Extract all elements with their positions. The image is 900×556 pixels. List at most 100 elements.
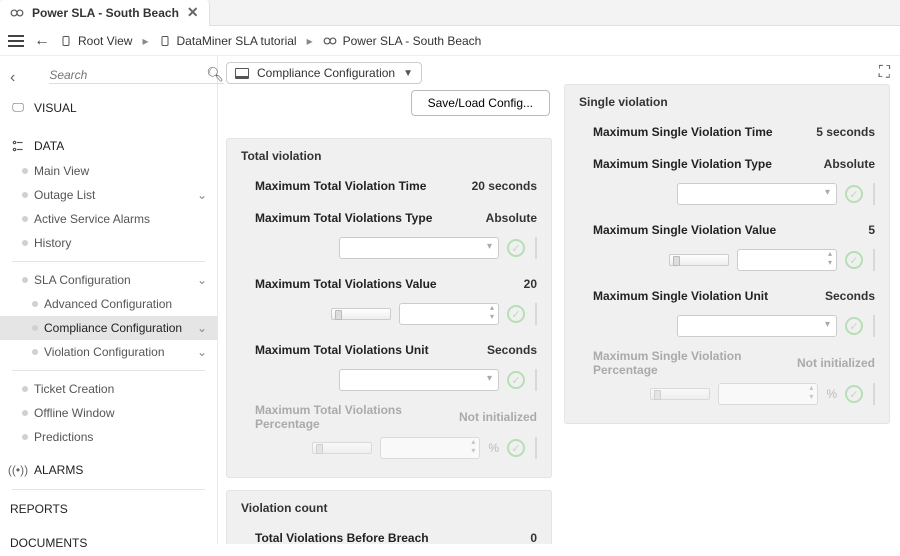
panel-title: Total violation [241,149,537,163]
max-total-value-slider[interactable] [331,308,391,320]
field-label: Maximum Total Violation Time [241,179,472,193]
card-page-label: Compliance Configuration [257,66,395,80]
chevron-right-icon: ▸ [142,34,148,48]
breadcrumb-current[interactable]: Power SLA - South Beach [323,34,482,48]
divider [873,183,875,205]
data-icon [10,139,26,153]
sidebar-item-main-view[interactable]: Main View [0,159,217,183]
monitor-icon [235,68,249,79]
sla-icon [10,6,24,20]
view-icon [60,34,72,48]
sidebar-item-label: Outage List [34,188,95,202]
field-value: Absolute [815,157,875,171]
sidebar-item-advanced-config[interactable]: Advanced Configuration [0,292,217,316]
sidebar-item-predictions[interactable]: Predictions [0,425,217,449]
max-single-pct-spinner[interactable] [718,383,818,405]
sidebar-section-visual[interactable]: 🖵 VISUAL [0,94,217,121]
breadcrumb-tutorial[interactable]: DataMiner SLA tutorial [159,34,297,48]
confirm-icon[interactable]: ✓ [507,239,525,257]
divider [535,303,537,325]
sidebar-section-data[interactable]: DATA [0,133,217,159]
confirm-icon[interactable]: ✓ [845,251,863,269]
caret-down-icon: ▼ [403,68,413,79]
max-single-value-spinner[interactable] [737,249,837,271]
sidebar-item-ticket-creation[interactable]: Ticket Creation [0,377,217,401]
window-tab[interactable]: Power SLA - South Beach ✕ [0,0,210,26]
field-value: 20 [477,277,537,291]
sidebar-item-offline-window[interactable]: Offline Window [0,401,217,425]
sidebar-item-violation-config[interactable]: Violation Configuration ⌄ [0,340,217,364]
breadcrumb-root[interactable]: Root View [60,34,132,48]
field-value: Not initialized [797,356,875,370]
sidebar-section-visual-label: VISUAL [34,101,77,115]
divider [535,369,537,391]
confirm-icon[interactable]: ✓ [845,185,863,203]
field-value: Seconds [477,343,537,357]
confirm-icon[interactable]: ✓ [507,371,525,389]
view-icon [159,34,171,48]
max-single-pct-slider[interactable] [650,388,710,400]
field-value: 20 seconds [472,179,537,193]
field-value: 0 [477,531,537,544]
chevron-down-icon: ⌄ [189,273,207,287]
sidebar-section-alarms[interactable]: ((•)) ALARMS [0,457,217,483]
sidebar-item-label: Predictions [34,430,93,444]
sidebar-item-label: Ticket Creation [34,382,114,396]
divider [873,315,875,337]
back-button[interactable]: ← [34,32,50,50]
max-single-value-slider[interactable] [669,254,729,266]
fullscreen-icon[interactable]: ⛶ [879,64,890,82]
max-total-unit-dropdown[interactable] [339,369,499,391]
chevron-down-icon: ⌄ [189,188,207,202]
chevron-down-icon: ⌄ [189,345,207,359]
sidebar-item-label: History [34,236,71,250]
confirm-icon[interactable]: ✓ [507,305,525,323]
field-label: Maximum Single Violation Type [579,157,815,171]
max-total-pct-slider[interactable] [312,442,372,454]
search-input[interactable] [49,68,206,82]
field-label: Maximum Single Violation Time [579,125,815,139]
field-label: Maximum Total Violations Type [241,211,477,225]
panel-total-violation: Total violation Maximum Total Violation … [226,138,552,478]
sidebar-item-outage-list[interactable]: Outage List ⌄ [0,183,217,207]
sidebar-section-reports[interactable]: REPORTS [0,496,217,522]
card-page-dropdown[interactable]: Compliance Configuration ▼ [226,62,422,84]
field-label: Maximum Total Violations Unit [241,343,477,357]
unit-label: % [488,441,499,455]
max-total-value-spinner[interactable] [399,303,499,325]
max-total-pct-spinner[interactable] [380,437,480,459]
sidebar-item-label: Active Service Alarms [34,212,150,226]
sidebar-item-sla-config[interactable]: SLA Configuration ⌄ [0,268,217,292]
panel-title: Single violation [579,95,875,109]
field-value: Absolute [477,211,537,225]
sidebar-item-label: Compliance Configuration [44,321,182,335]
max-single-type-dropdown[interactable] [677,183,837,205]
unit-label: % [826,387,837,401]
field-label: Maximum Total Violations Percentage [241,403,459,431]
menu-icon[interactable] [8,35,24,47]
tab-title: Power SLA - South Beach [32,6,179,20]
confirm-icon[interactable]: ✓ [507,439,525,457]
confirm-icon[interactable]: ✓ [845,317,863,335]
sidebar-item-label: Violation Configuration [44,345,165,359]
breadcrumb-current-label: Power SLA - South Beach [343,34,482,48]
confirm-icon[interactable]: ✓ [845,385,863,403]
max-single-unit-dropdown[interactable] [677,315,837,337]
save-load-config-button[interactable]: Save/Load Config... [411,90,550,116]
monitor-icon: 🖵 [10,100,26,115]
sidebar-item-history[interactable]: History [0,231,217,255]
sidebar-item-compliance-config[interactable]: Compliance Configuration⌄ [0,316,217,340]
panel-violation-count: Violation count Total Violations Before … [226,490,552,544]
sidebar-back-icon[interactable]: ‹ [0,67,25,89]
alarm-icon: ((•)) [10,463,26,477]
field-label: Maximum Single Violation Percentage [579,349,797,377]
sidebar-item-active-service-alarms[interactable]: Active Service Alarms [0,207,217,231]
field-value: 5 [815,223,875,237]
sidebar-section-alarms-label: ALARMS [34,463,83,477]
max-total-type-dropdown[interactable] [339,237,499,259]
divider [873,249,875,271]
sidebar-item-label: SLA Configuration [34,273,131,287]
sidebar-section-documents[interactable]: DOCUMENTS [0,530,217,556]
breadcrumb-root-label: Root View [78,34,132,48]
close-icon[interactable]: ✕ [187,4,199,21]
